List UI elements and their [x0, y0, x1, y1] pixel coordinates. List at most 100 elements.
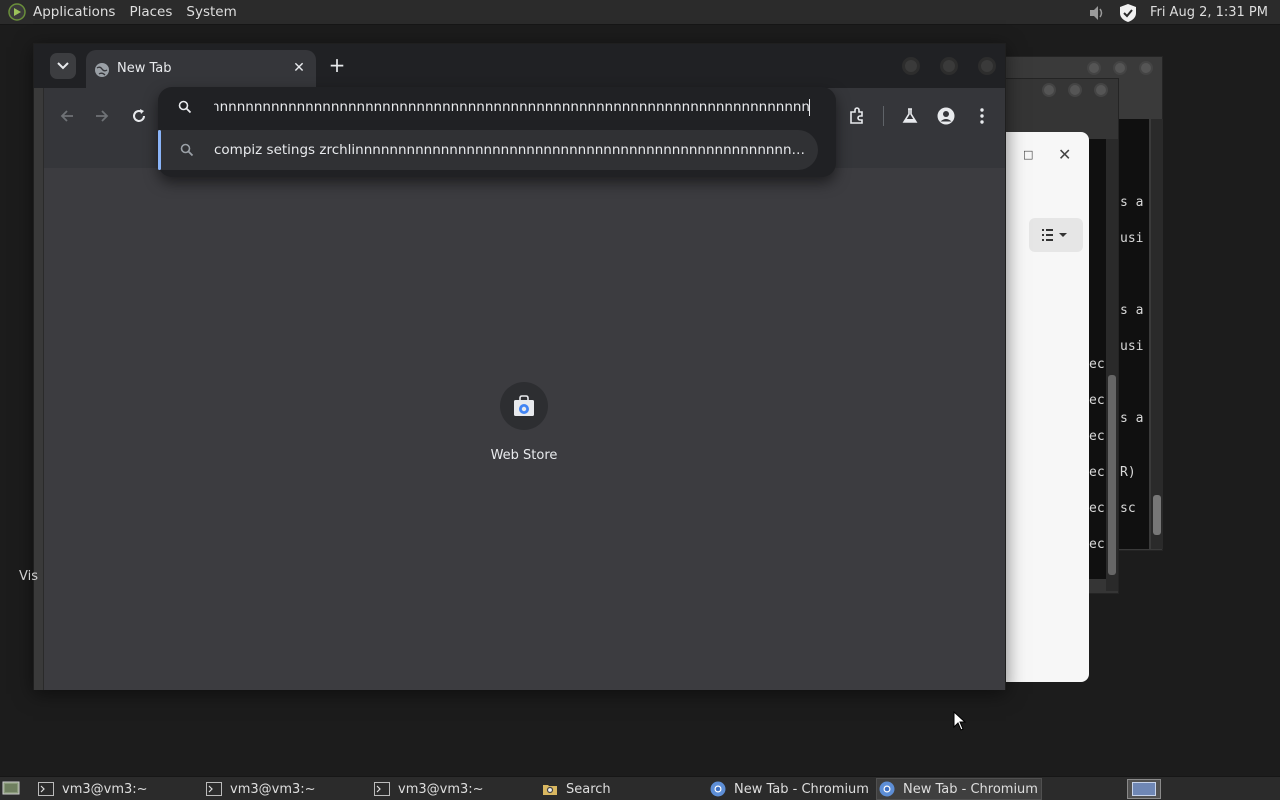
- search-icon: [180, 143, 194, 157]
- menu-button[interactable]: [968, 102, 996, 130]
- terminal-icon: [38, 781, 54, 797]
- places-menu[interactable]: Places: [122, 0, 179, 25]
- shortcut-label: Web Store: [490, 448, 558, 463]
- terminal-line: ec: [1089, 429, 1105, 444]
- web-store-icon: [514, 395, 534, 416]
- address-bar[interactable]: nnnnnnnnnnnnnnnnnnnnnnnnnnnnnnnnnnnnnnnn…: [158, 87, 836, 129]
- view-mode-button[interactable]: [1029, 218, 1083, 252]
- reload-icon: [133, 109, 145, 122]
- maximize-button[interactable]: [1068, 83, 1082, 97]
- window-border: [34, 88, 44, 690]
- taskbar-item-chromium[interactable]: New Tab - Chromium: [710, 778, 874, 800]
- scrollbar[interactable]: [1106, 139, 1118, 591]
- minimize-button[interactable]: [1087, 61, 1101, 75]
- files-window[interactable]: □ ✕: [1005, 132, 1089, 682]
- address-input[interactable]: nnnnnnnnnnnnnnnnnnnnnnnnnnnnnnnnnnnnnnnn…: [214, 99, 810, 115]
- extensions-button[interactable]: [843, 102, 871, 130]
- arrow-right-icon: [96, 110, 109, 122]
- terminal-icon: [206, 781, 222, 797]
- maximize-button[interactable]: [940, 57, 958, 75]
- taskbar-item-terminal[interactable]: vm3@vm3:~: [38, 778, 202, 800]
- new-tab-page: Web Store: [44, 168, 1005, 690]
- terminal-line: s a: [1120, 303, 1144, 318]
- chromium-icon: [879, 781, 895, 797]
- taskbar: vm3@vm3:~ vm3@vm3:~ vm3@vm3:~ Search New…: [0, 776, 1280, 800]
- taskbar-item-label: Search: [566, 781, 611, 797]
- system-tray: Fri Aug 2, 1:31 PM: [1086, 0, 1280, 25]
- mouse-cursor-icon: [953, 711, 967, 731]
- terminal-line: ec: [1089, 465, 1105, 480]
- forward-button[interactable]: [88, 102, 116, 130]
- suggestion-row[interactable]: compiz setings zrchlinnnnnnnnnnnnnnnnnnn…: [158, 130, 818, 170]
- chromium-icon: [710, 781, 726, 797]
- back-button[interactable]: [53, 102, 81, 130]
- close-icon[interactable]: ✕: [1058, 145, 1074, 164]
- system-menu[interactable]: System: [179, 0, 243, 25]
- applications-menu[interactable]: Applications: [0, 0, 122, 25]
- workspace-thumbnail: [1132, 782, 1156, 796]
- close-button[interactable]: [978, 57, 996, 75]
- text-caret: [809, 99, 810, 116]
- folder-search-icon: [542, 781, 558, 797]
- address-input-text: nnnnnnnnnnnnnnnnnnnnnnnnnnnnnnnnnnnnnnnn…: [214, 99, 810, 115]
- taskbar-item-terminal[interactable]: vm3@vm3:~: [374, 778, 538, 800]
- chevron-down-icon: [57, 62, 69, 70]
- volume-icon[interactable]: [1086, 2, 1108, 24]
- profile-button[interactable]: [932, 102, 960, 130]
- terminal-line: ec: [1089, 393, 1105, 408]
- reload-button[interactable]: [125, 102, 153, 130]
- minimize-button[interactable]: [902, 57, 920, 75]
- terminal-icon: [374, 781, 390, 797]
- omnibox-dropdown: nnnnnnnnnnnnnnnnnnnnnnnnnnnnnnnnnnnnnnnn…: [158, 87, 836, 177]
- scrollbar-thumb[interactable]: [1153, 495, 1161, 535]
- terminal-line: R): [1120, 465, 1136, 480]
- labs-button[interactable]: [896, 102, 924, 130]
- terminal-line: ec: [1089, 501, 1105, 516]
- maximize-icon[interactable]: □: [1023, 148, 1035, 161]
- shield-icon[interactable]: [1118, 3, 1138, 23]
- globe-icon: [95, 63, 109, 77]
- tab-new-tab[interactable]: New Tab ✕: [86, 50, 316, 88]
- clock[interactable]: Fri Aug 2, 1:31 PM: [1142, 5, 1280, 20]
- terminal-line: s a: [1120, 411, 1144, 426]
- close-button[interactable]: [1094, 83, 1108, 97]
- workspace-switcher[interactable]: [1127, 779, 1161, 799]
- terminal-line: s a: [1120, 195, 1144, 210]
- taskbar-item-search[interactable]: Search: [542, 778, 706, 800]
- show-desktop-icon[interactable]: [2, 780, 20, 796]
- terminal-line: usi: [1120, 231, 1144, 246]
- terminal-line: ec: [1089, 357, 1105, 372]
- scrollbar[interactable]: [1151, 119, 1163, 549]
- toolbar-divider: [883, 106, 884, 126]
- arrow-left-icon: [60, 110, 73, 122]
- flask-icon: [902, 108, 918, 123]
- maximize-button[interactable]: [1113, 61, 1127, 75]
- taskbar-item-chromium[interactable]: New Tab - Chromium: [876, 778, 1042, 800]
- desktop-icon-label[interactable]: Vis: [19, 569, 38, 584]
- minimize-button[interactable]: [1042, 83, 1056, 97]
- taskbar-item-label: vm3@vm3:~: [230, 781, 316, 797]
- scrollbar-thumb[interactable]: [1108, 375, 1116, 575]
- suggestion-highlight-bar: [158, 130, 161, 170]
- shortcut-tile[interactable]: Web Store: [474, 382, 574, 472]
- top-panel: Applications Places System Fri Aug 2, 1:…: [0, 0, 1280, 25]
- kebab-menu-icon: [980, 108, 984, 124]
- terminal-line: usi: [1120, 339, 1144, 354]
- distro-logo-icon: [8, 3, 26, 21]
- shortcut-icon-circle: [500, 382, 548, 430]
- terminal-output: s a usi s a usi s a R) sc: [1119, 119, 1149, 549]
- avatar-icon: [937, 107, 955, 125]
- close-tab-icon[interactable]: ✕: [290, 59, 308, 77]
- taskbar-item-label: New Tab - Chromium: [734, 781, 869, 797]
- tab-search-button[interactable]: [50, 53, 76, 79]
- suggestion-text: compiz setings zrchlinnnnnnnnnnnnnnnnnnn…: [214, 142, 810, 158]
- taskbar-item-terminal[interactable]: vm3@vm3:~: [206, 778, 370, 800]
- applications-menu-label: Applications: [33, 4, 116, 20]
- puzzle-icon: [850, 107, 863, 124]
- new-tab-button[interactable]: +: [326, 53, 348, 77]
- search-icon: [178, 100, 192, 114]
- taskbar-item-label: vm3@vm3:~: [398, 781, 484, 797]
- close-button[interactable]: [1139, 61, 1153, 75]
- list-view-icon: [1042, 229, 1067, 241]
- places-menu-label: Places: [129, 4, 173, 20]
